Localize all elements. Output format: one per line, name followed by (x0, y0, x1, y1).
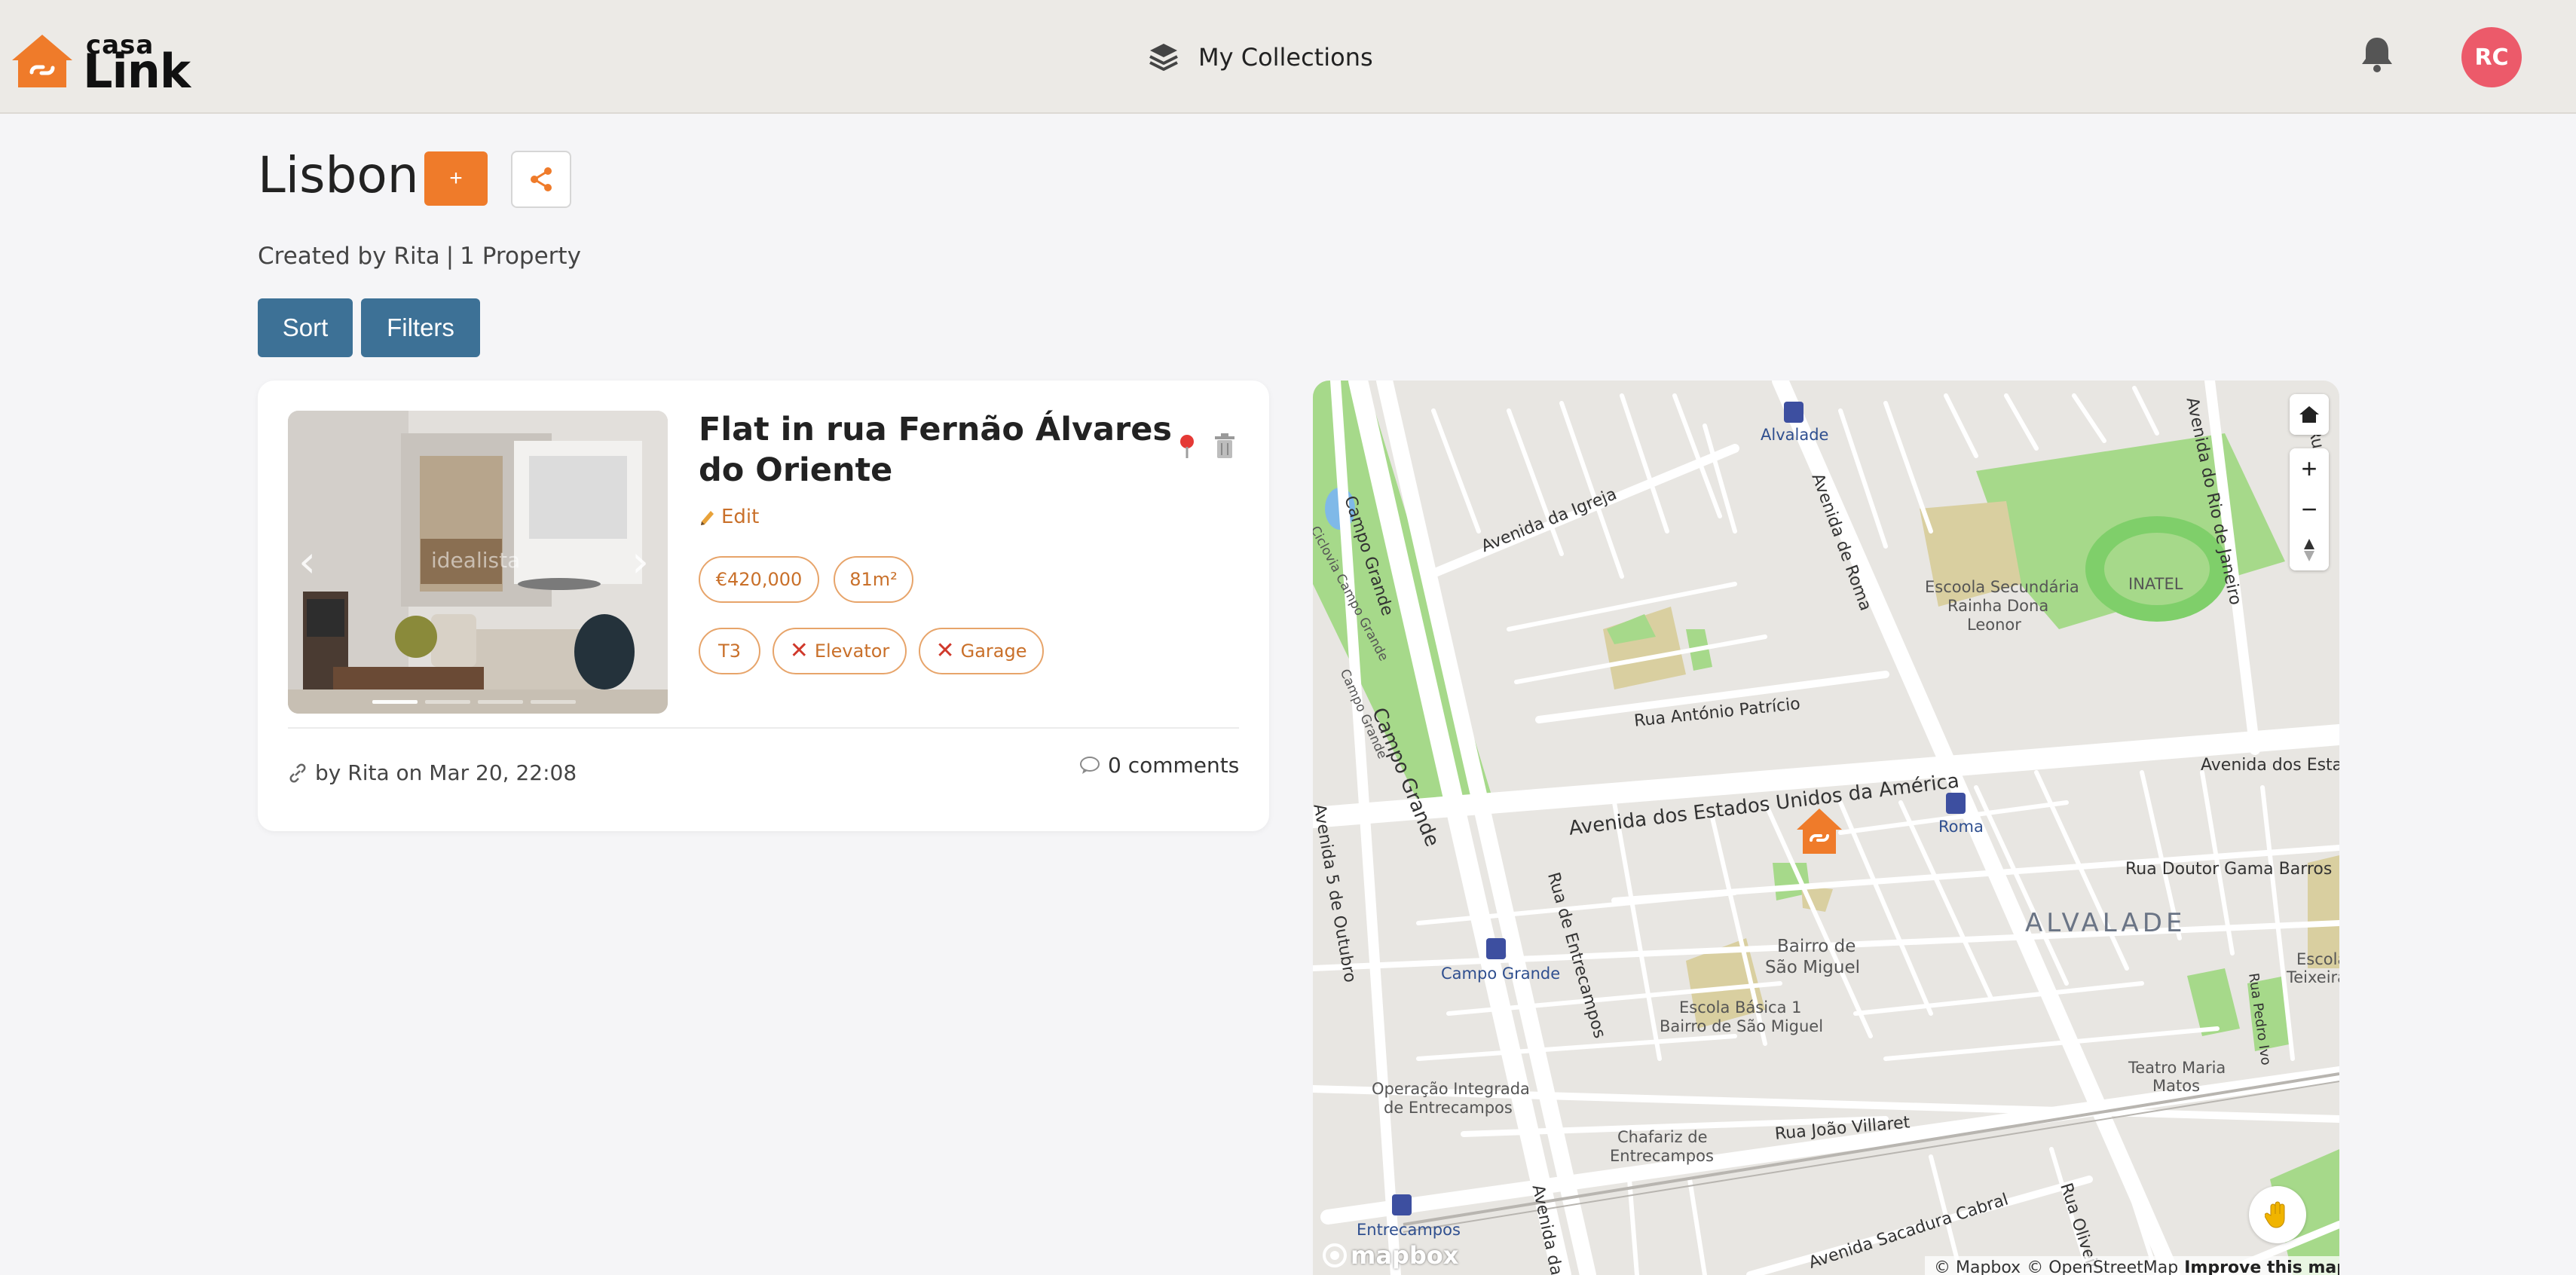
map-label: Bairro de (1777, 937, 1856, 956)
map-label: Entrecampos (1610, 1147, 1714, 1165)
property-count-text: 1 Property (460, 243, 581, 270)
map-label: Escola Básica 1 (1679, 998, 1802, 1017)
map-label: Operação Integrada (1372, 1080, 1530, 1098)
compass-icon[interactable] (2290, 530, 2329, 570)
sort-button[interactable]: Sort (258, 298, 353, 357)
mapbox-logo-text: mapbox (1351, 1241, 1459, 1270)
map-label: Avenida dos Esta (2201, 756, 2339, 775)
zoom-in-icon[interactable]: + (2290, 448, 2329, 489)
photo-dot[interactable] (425, 700, 470, 704)
improve-map-link[interactable]: Improve this map (2184, 1258, 2339, 1275)
property-card[interactable]: idealista ‹ › Flat in rua Fernão Álvares… (258, 381, 1269, 831)
map-home-control (2290, 394, 2329, 435)
map-label: Alvalade (1761, 426, 1829, 444)
comment-bubble-icon (1080, 756, 1100, 774)
collection-title: Lisbon (258, 146, 419, 204)
pencil-icon (701, 511, 714, 525)
map-label: São Miguel (1765, 958, 1861, 977)
map-attribution: © Mapbox © OpenStreetMap Improve this ma… (1925, 1256, 2339, 1275)
metro-station-icon[interactable] (1392, 1194, 1412, 1215)
casalink-logo[interactable]: casa Link (11, 30, 191, 95)
map-label: Escoola Secundária (1925, 578, 2079, 596)
created-by-text: Created by Rita (258, 243, 440, 270)
garage-label: Garage (960, 641, 1027, 662)
photo-watermark: idealista (431, 548, 521, 573)
added-by-text: by Rita on Mar 20, 22:08 (315, 760, 577, 785)
photo-dot[interactable] (372, 700, 418, 704)
map-label: ALVALADE (2025, 908, 2186, 938)
edit-label: Edit (721, 506, 760, 528)
typology-tag: T3 (699, 628, 760, 674)
price-tag: €420,000 (699, 556, 819, 603)
photo-dot[interactable] (531, 700, 576, 704)
cross-icon: ✕ (935, 638, 955, 664)
map-label: Roma (1938, 818, 1984, 836)
zoom-out-icon[interactable]: − (2290, 489, 2329, 530)
link-icon (289, 763, 306, 782)
map-label: INATEL (2128, 575, 2183, 593)
map-label: Matos (2152, 1077, 2201, 1095)
elevator-label: Elevator (814, 641, 890, 662)
share-icon (531, 167, 552, 191)
map-label: Rainha Dona (1947, 597, 2049, 615)
user-avatar[interactable]: RC (2461, 27, 2522, 87)
comments-link[interactable]: 0 comments (1079, 753, 1239, 778)
notifications-bell-icon[interactable] (2359, 35, 2395, 74)
property-photo-carousel[interactable]: idealista ‹ › (288, 411, 668, 714)
map-label: Escola (2296, 950, 2339, 968)
my-collections-link[interactable]: My Collections (1147, 36, 1373, 78)
property-title[interactable]: Flat in rua Fernão Álvares do Oriente (699, 409, 1181, 491)
area-tag: 81m² (834, 556, 913, 603)
map-label: de Entrecampos (1384, 1099, 1513, 1117)
layers-stack-icon (1149, 44, 1178, 71)
property-location-marker-icon[interactable] (1795, 807, 1843, 855)
metro-station-icon[interactable] (1946, 793, 1966, 814)
map-label: Teixeira (2287, 968, 2339, 986)
metro-station-icon[interactable] (1486, 938, 1506, 959)
map-label: Chafariz de (1617, 1128, 1708, 1146)
map-label: Leonor (1967, 616, 2021, 634)
osm-attribution-link[interactable]: © OpenStreetMap (2027, 1258, 2178, 1275)
elevator-tag: ✕ Elevator (772, 628, 907, 674)
comments-count: 0 comments (1108, 753, 1240, 778)
map-label: Campo Grande (1441, 965, 1561, 983)
photo-pagination-dots (372, 700, 576, 704)
cross-icon: ✕ (789, 638, 809, 664)
meta-separator: | (445, 243, 454, 270)
added-by-footer[interactable]: by Rita on Mar 20, 22:08 (288, 760, 577, 785)
pan-hand-icon[interactable] (2249, 1186, 2306, 1243)
map-label: Bairro de São Miguel (1660, 1017, 1824, 1035)
mapbox-logo-icon (1323, 1243, 1347, 1267)
trash-icon[interactable] (1213, 433, 1236, 459)
metro-station-icon[interactable] (1784, 402, 1804, 423)
mapbox-attribution-link[interactable]: © Mapbox (1934, 1258, 2021, 1275)
home-icon[interactable] (2290, 394, 2329, 435)
add-property-button[interactable]: + (424, 151, 488, 206)
next-photo-arrow-icon[interactable]: › (632, 539, 649, 584)
map-label: Rua Doutor Gama Barros (2125, 860, 2333, 879)
filters-button[interactable]: Filters (361, 298, 480, 357)
price-value: €420,000 (715, 569, 803, 590)
photo-dot[interactable] (478, 700, 523, 704)
mapbox-logo[interactable]: mapbox (1322, 1241, 1458, 1270)
map-label: Teatro Maria (2128, 1059, 2226, 1077)
top-navigation-bar: casa Link My Collections RC (0, 0, 2576, 114)
collection-meta: Created by Rita | 1 Property (258, 243, 581, 270)
property-map[interactable]: Alvalade Campo Grande Avenida da Igreja … (1313, 381, 2339, 1275)
map-label: Entrecampos (1357, 1221, 1461, 1239)
logo-text-link: Link (83, 44, 191, 99)
house-logo-icon (12, 35, 72, 87)
map-pin-icon[interactable] (1177, 433, 1197, 459)
share-collection-button[interactable] (511, 151, 571, 208)
previous-photo-arrow-icon[interactable]: ‹ (298, 539, 316, 584)
edit-property-link[interactable]: Edit (699, 506, 759, 528)
card-divider (288, 727, 1239, 729)
area-value: 81m² (849, 569, 898, 590)
my-collections-label: My Collections (1198, 43, 1373, 72)
garage-tag: ✕ Garage (919, 628, 1044, 674)
typology-value: T3 (718, 641, 741, 662)
map-zoom-controls: + − (2290, 448, 2329, 570)
